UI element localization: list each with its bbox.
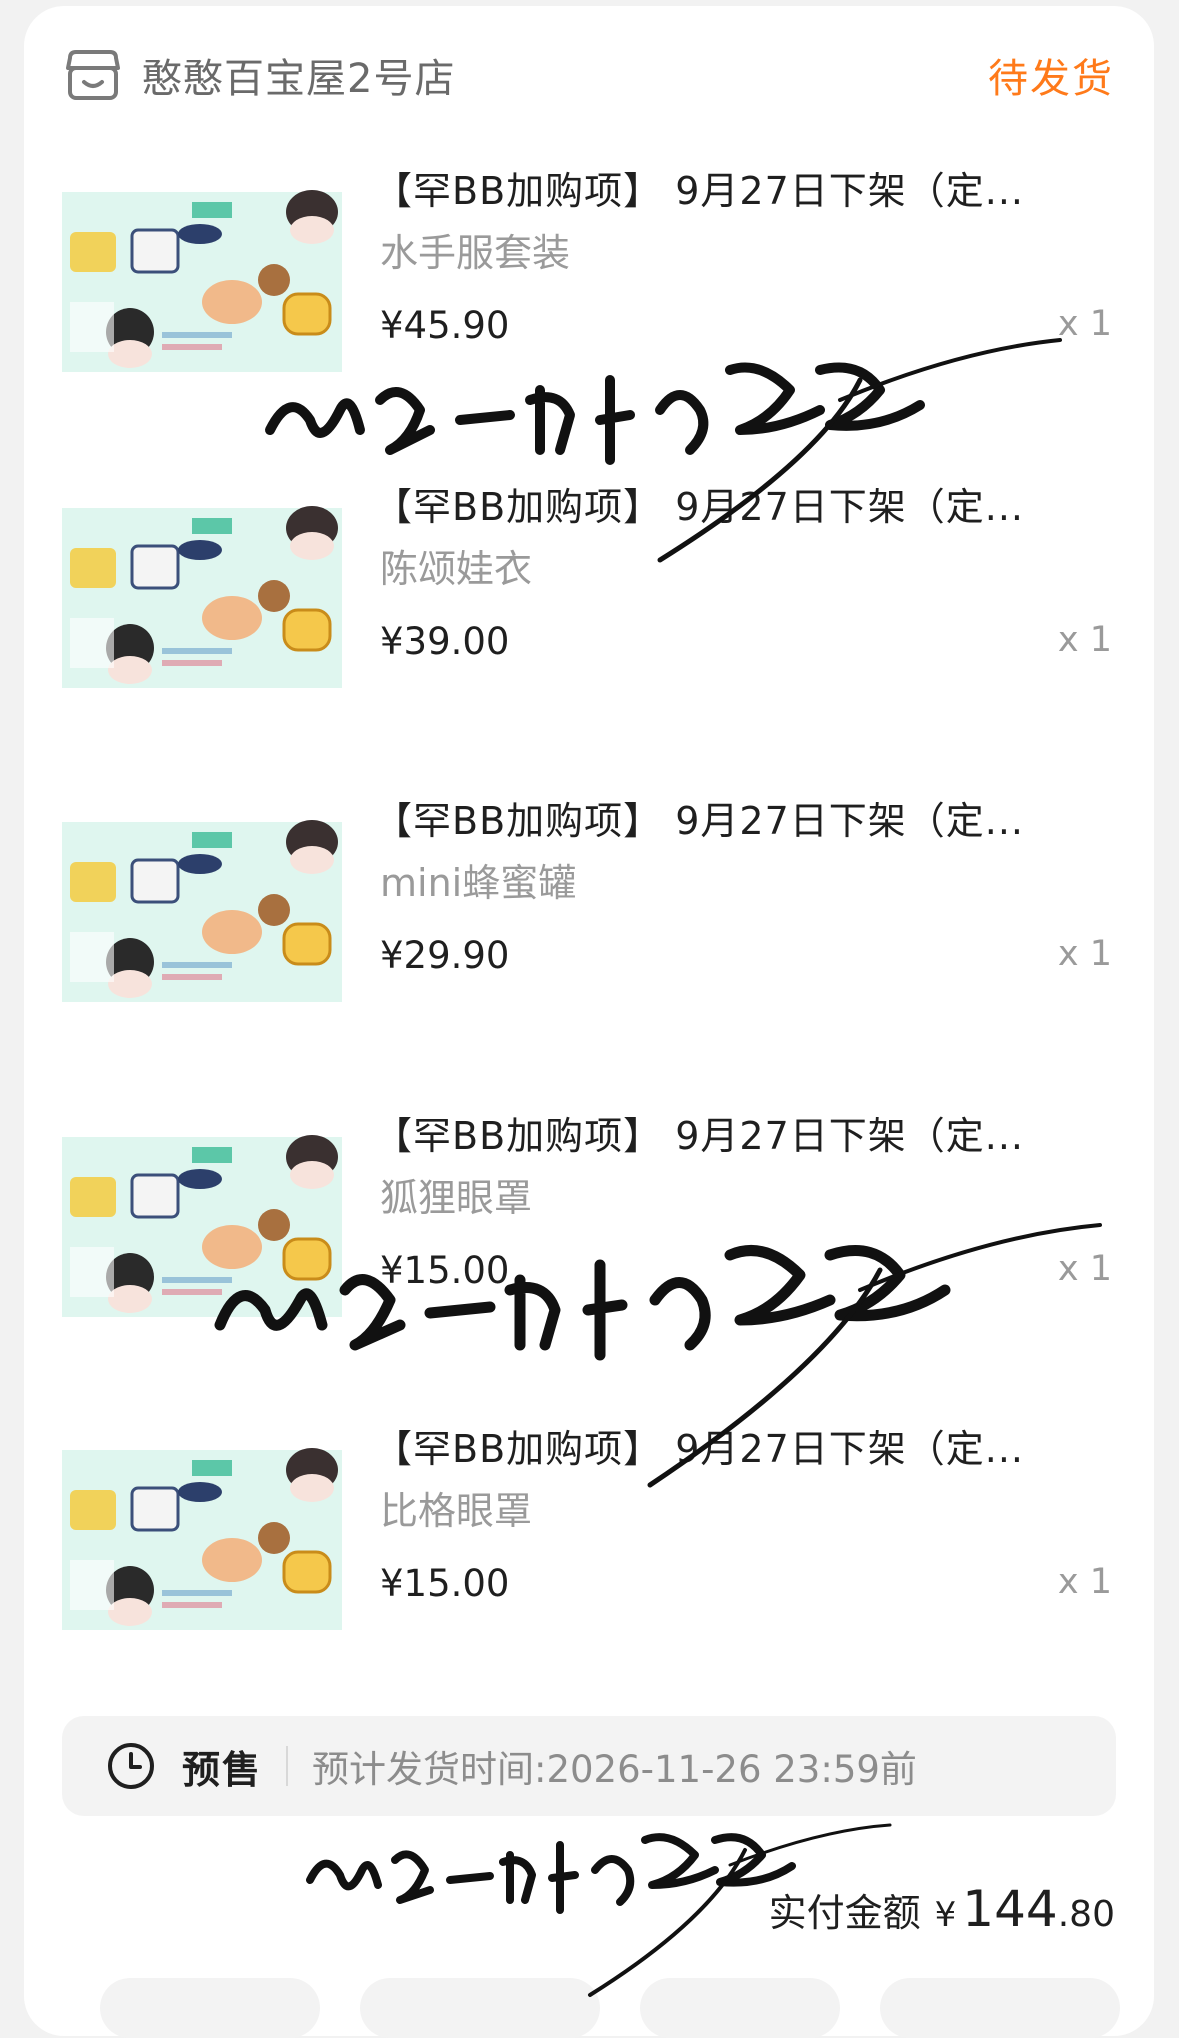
currency-symbol: ¥ bbox=[934, 1895, 957, 1935]
product-thumbnail[interactable] bbox=[62, 1087, 342, 1367]
product-sku: mini蜂蜜罐 bbox=[380, 861, 577, 905]
product-thumbnail[interactable] bbox=[62, 142, 342, 422]
product-quantity: x 1 bbox=[1057, 934, 1112, 974]
clock-icon bbox=[108, 1743, 154, 1789]
product-thumbnail[interactable] bbox=[62, 1400, 342, 1680]
product-price: ¥39.00 bbox=[380, 620, 510, 663]
shop-icon bbox=[66, 50, 120, 100]
action-button[interactable] bbox=[640, 1978, 840, 2038]
product-thumbnail[interactable] bbox=[62, 772, 342, 1052]
product-quantity: x 1 bbox=[1057, 1249, 1112, 1289]
estimated-ship-time: 预计发货时间:2026-11-26 23:59前 bbox=[312, 1748, 917, 1791]
order-item[interactable]: 【罕BB加购项】 9月27日下架（定... 陈颂娃衣 ¥39.00 x 1 bbox=[62, 458, 1112, 738]
order-item[interactable]: 【罕BB加购项】 9月27日下架（定... 水手服套装 ¥45.90 x 1 bbox=[62, 142, 1112, 422]
product-title[interactable]: 【罕BB加购项】 9月27日下架（定... bbox=[374, 1418, 1024, 1473]
order-item[interactable]: 【罕BB加购项】 9月27日下架（定... 狐狸眼罩 ¥15.00 x 1 bbox=[62, 1087, 1112, 1367]
product-sku: 陈颂娃衣 bbox=[380, 547, 533, 591]
order-item[interactable]: 【罕BB加购项】 9月27日下架（定... 比格眼罩 ¥15.00 x 1 bbox=[62, 1400, 1112, 1680]
product-quantity: x 1 bbox=[1057, 304, 1112, 344]
presale-label: 预售 bbox=[182, 1747, 263, 1792]
divider bbox=[286, 1746, 289, 1786]
action-button[interactable] bbox=[100, 1978, 320, 2038]
product-sku: 狐狸眼罩 bbox=[380, 1176, 533, 1220]
product-quantity: x 1 bbox=[1057, 1562, 1112, 1602]
order-header: 憨憨百宝屋2号店 待发货 bbox=[64, 40, 1114, 110]
product-sku: 比格眼罩 bbox=[380, 1489, 533, 1533]
product-price: ¥15.00 bbox=[380, 1562, 510, 1605]
product-title[interactable]: 【罕BB加购项】 9月27日下架（定... bbox=[374, 790, 1024, 845]
order-total: 实付金额 ¥ 144 .80 bbox=[769, 1880, 1115, 1938]
product-title[interactable]: 【罕BB加购项】 9月27日下架（定... bbox=[374, 476, 1024, 531]
total-decimal: .80 bbox=[1057, 1894, 1115, 1935]
order-item[interactable]: 【罕BB加购项】 9月27日下架（定... mini蜂蜜罐 ¥29.90 x 1 bbox=[62, 772, 1112, 1052]
product-title[interactable]: 【罕BB加购项】 9月27日下架（定... bbox=[374, 160, 1024, 215]
presale-banner: 预售 预计发货时间:2026-11-26 23:59前 bbox=[62, 1716, 1116, 1816]
product-quantity: x 1 bbox=[1057, 620, 1112, 660]
total-label: 实付金额 bbox=[768, 1891, 921, 1935]
product-sku: 水手服套装 bbox=[380, 231, 571, 275]
action-button[interactable] bbox=[360, 1978, 600, 2038]
product-price: ¥45.90 bbox=[380, 304, 510, 347]
total-integer: 144 bbox=[962, 1880, 1058, 1938]
order-status: 待发货 bbox=[988, 56, 1114, 102]
shop-name[interactable]: 憨憨百宝屋2号店 bbox=[142, 46, 455, 104]
action-button[interactable] bbox=[880, 1978, 1120, 2038]
product-title[interactable]: 【罕BB加购项】 9月27日下架（定... bbox=[374, 1105, 1024, 1160]
product-price: ¥29.90 bbox=[380, 934, 510, 977]
product-thumbnail[interactable] bbox=[62, 458, 342, 738]
product-price: ¥15.00 bbox=[380, 1249, 510, 1292]
